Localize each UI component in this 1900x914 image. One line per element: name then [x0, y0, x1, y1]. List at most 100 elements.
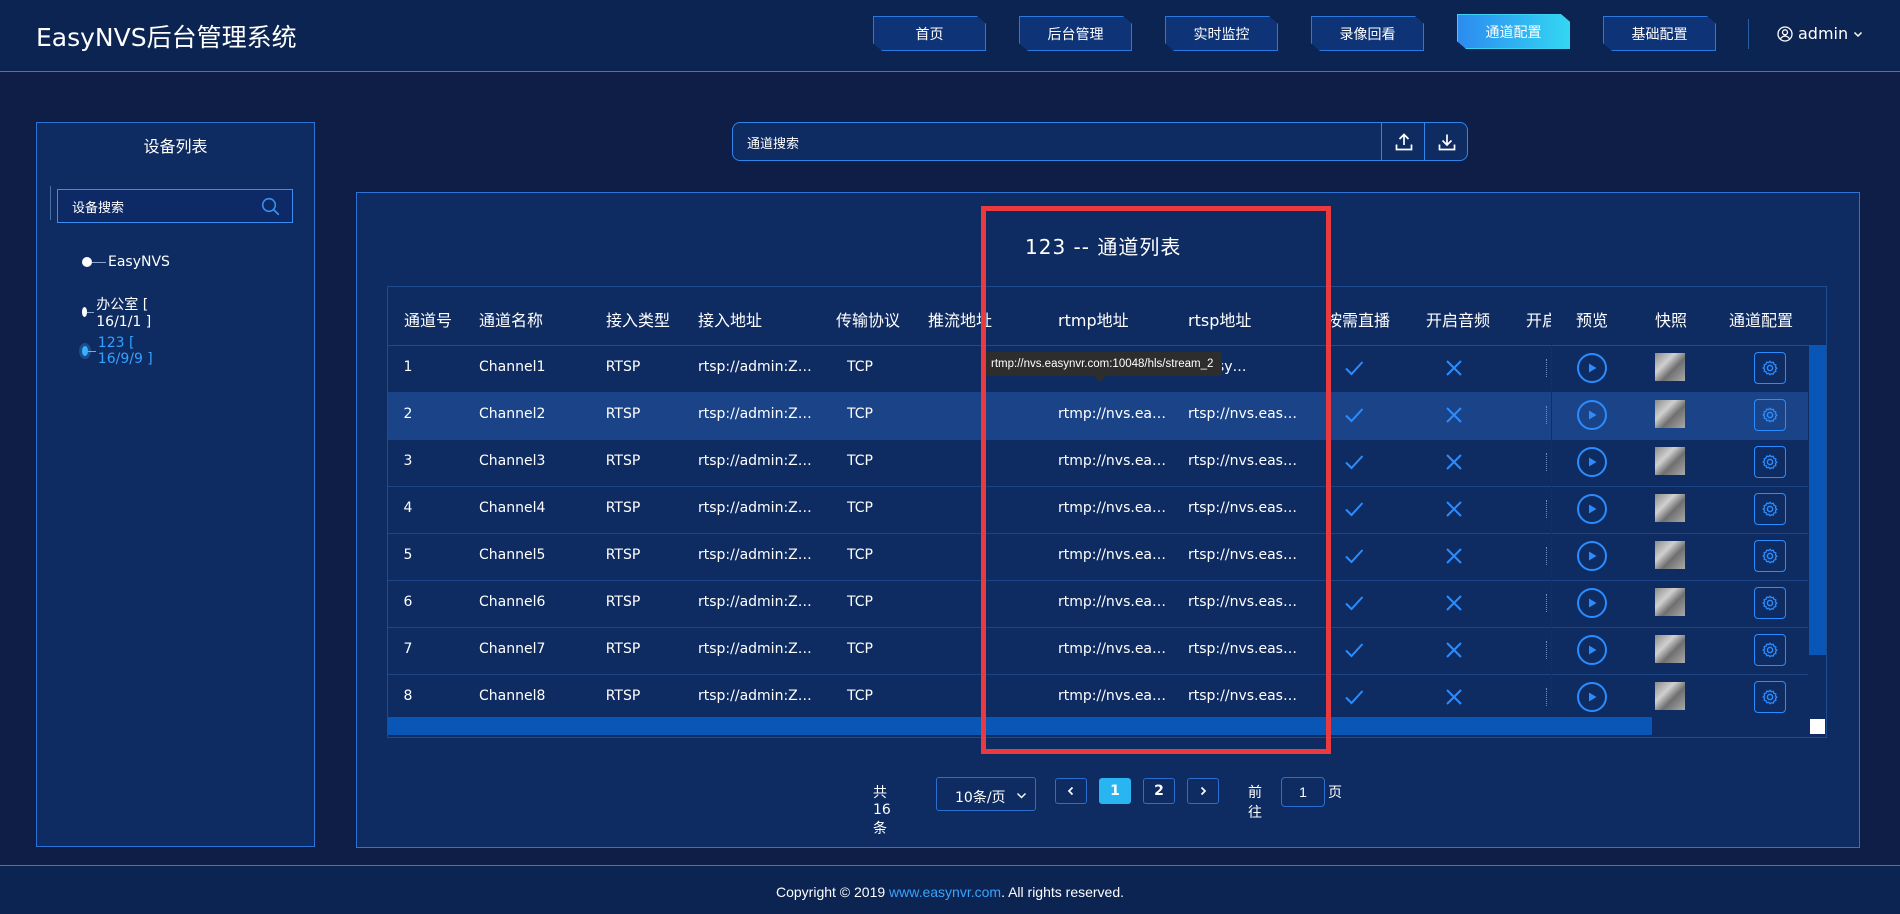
check-icon[interactable] [1343, 592, 1365, 618]
page-button-2[interactable]: 2 [1143, 778, 1175, 804]
preview-play-button[interactable] [1577, 353, 1607, 383]
check-icon[interactable] [1343, 686, 1365, 712]
channel-config-button[interactable] [1754, 352, 1786, 384]
nav-tab-channel-config[interactable]: 通道配置 [1457, 14, 1570, 49]
close-icon[interactable] [1444, 593, 1464, 617]
check-icon[interactable] [1343, 639, 1365, 665]
snapshot-thumbnail[interactable] [1655, 400, 1685, 428]
close-icon[interactable] [1444, 452, 1464, 476]
channel-config-button[interactable] [1754, 446, 1786, 478]
check-icon[interactable] [1343, 545, 1365, 571]
snapshot-thumbnail[interactable] [1655, 682, 1685, 710]
col-header-type[interactable]: 接入类型 [606, 307, 670, 331]
user-menu[interactable]: admin [1777, 24, 1863, 43]
col-header-no[interactable]: 通道号 [404, 307, 452, 331]
channel-config-button[interactable] [1754, 493, 1786, 525]
nav-tab-live[interactable]: 实时监控 [1165, 16, 1278, 51]
snapshot-thumbnail[interactable] [1655, 588, 1685, 616]
table-row[interactable]: 7 Channel7 RTSP rtsp://admin:ZH… TCP rtmp://n… [388, 627, 1808, 675]
col-header-rtsp[interactable]: rtsp地址 [1188, 307, 1251, 331]
col-header-address[interactable]: 接入地址 [698, 307, 762, 331]
col-header-push[interactable]: 推流地址 [928, 307, 992, 331]
cell-rtmp-address[interactable]: rtmp://nvs.easy… [1058, 453, 1172, 469]
channel-config-button[interactable] [1754, 399, 1786, 431]
close-icon[interactable] [1444, 405, 1464, 429]
nav-tab-backend[interactable]: 后台管理 [1019, 16, 1132, 51]
snapshot-thumbnail[interactable] [1655, 541, 1685, 569]
channel-search-input[interactable] [745, 133, 1249, 153]
col-header-preview[interactable]: 预览 [1576, 307, 1608, 331]
download-button[interactable] [1424, 123, 1468, 160]
preview-play-button[interactable] [1577, 447, 1607, 477]
close-icon[interactable] [1444, 640, 1464, 664]
goto-page-input[interactable] [1281, 777, 1325, 807]
upload-button[interactable] [1381, 123, 1425, 160]
col-header-protocol[interactable]: 传输协议 [836, 307, 900, 331]
table-row[interactable]: 8 Channel8 RTSP rtsp://admin:ZH… TCP rtmp://n… [388, 674, 1808, 722]
cell-rtsp-address[interactable]: rtsp://nvs.easy… [1188, 453, 1302, 469]
page-size-select[interactable]: 10条/页 [936, 777, 1036, 811]
col-header-enable[interactable]: 开启 [1526, 307, 1551, 331]
snapshot-thumbnail[interactable] [1655, 447, 1685, 475]
prev-page-button[interactable] [1055, 778, 1087, 804]
cell-rtmp-address[interactable]: rtmp://nvs.easy… [1058, 641, 1172, 657]
channel-config-button[interactable] [1754, 587, 1786, 619]
col-header-name[interactable]: 通道名称 [479, 307, 543, 331]
col-header-on-demand[interactable]: 按需直播 [1326, 307, 1390, 331]
col-header-rtmp[interactable]: rtmp地址 [1058, 307, 1129, 331]
cell-rtmp-address[interactable]: rtmp://nvs.easy… [1058, 547, 1172, 563]
cell-rtsp-address[interactable]: rtsp://nvs.easy… [1188, 406, 1302, 422]
snapshot-thumbnail[interactable] [1655, 353, 1685, 381]
table-row[interactable]: 2 Channel2 RTSP rtsp://admin:ZH… TCP rtmp://n… [388, 392, 1808, 440]
vertical-scrollbar[interactable] [1809, 345, 1826, 655]
tree-node-easynvs[interactable]: EasyNVS [82, 254, 170, 270]
preview-play-button[interactable] [1577, 400, 1607, 430]
close-icon[interactable] [1444, 546, 1464, 570]
col-header-snapshot[interactable]: 快照 [1655, 307, 1687, 331]
preview-play-button[interactable] [1577, 541, 1607, 571]
preview-play-button[interactable] [1577, 682, 1607, 712]
table-row[interactable]: 4 Channel4 RTSP rtsp://admin:ZH… TCP rtmp://n… [388, 486, 1808, 534]
preview-play-button[interactable] [1577, 588, 1607, 618]
device-search-input[interactable] [70, 197, 254, 217]
preview-play-button[interactable] [1577, 635, 1607, 665]
next-page-button[interactable] [1187, 778, 1219, 804]
cell-rtsp-address[interactable]: rtsp://nvs.easy… [1188, 641, 1302, 657]
col-header-audio[interactable]: 开启音频 [1426, 307, 1490, 331]
cell-rtsp-address[interactable]: rtsp://nvs.easy… [1188, 547, 1302, 563]
tree-node-office[interactable]: 办公室 [ 16/1/1 ] [82, 294, 153, 330]
check-icon[interactable] [1343, 357, 1365, 383]
nav-tab-playback[interactable]: 录像回看 [1311, 16, 1424, 51]
horizontal-scrollbar[interactable] [388, 717, 1652, 735]
preview-play-button[interactable] [1577, 494, 1607, 524]
cell-rtmp-address[interactable]: rtmp://nvs.easy… [1058, 500, 1172, 516]
check-icon[interactable] [1343, 404, 1365, 430]
snapshot-thumbnail[interactable] [1655, 494, 1685, 522]
channel-config-button[interactable] [1754, 681, 1786, 713]
footer-link[interactable]: www.easynvr.com [889, 884, 1001, 900]
col-header-config[interactable]: 通道配置 [1729, 307, 1793, 331]
table-row[interactable]: 6 Channel6 RTSP rtsp://admin:ZH… TCP rtmp://n… [388, 580, 1808, 628]
tree-node-123[interactable]: 123 [ 16/9/9 ] [82, 335, 153, 367]
table-row[interactable]: 3 Channel3 RTSP rtsp://admin:ZH… TCP rtmp://n… [388, 439, 1808, 487]
cell-rtmp-address[interactable]: rtmp://nvs.easy… [1058, 594, 1172, 610]
close-icon[interactable] [1444, 499, 1464, 523]
cell-rtsp-address[interactable]: rtsp://nvs.easy… [1188, 500, 1302, 516]
check-icon[interactable] [1343, 451, 1365, 477]
nav-tab-home[interactable]: 首页 [873, 16, 986, 51]
table-row[interactable]: 5 Channel5 RTSP rtsp://admin:ZH… TCP rtmp://n… [388, 533, 1808, 581]
check-icon[interactable] [1343, 498, 1365, 524]
cell-rtmp-address[interactable]: rtmp://nvs.easy… [1058, 406, 1172, 422]
cell-rtsp-address[interactable]: rtsp://nvs.easy… [1188, 688, 1302, 704]
cell-rtsp-address[interactable]: rtsp://nvs.easy… [1188, 594, 1302, 610]
cell-rtmp-address[interactable]: rtmp://nvs.easy… [1058, 688, 1172, 704]
search-icon[interactable] [261, 197, 280, 216]
snapshot-thumbnail[interactable] [1655, 635, 1685, 663]
page-button-1[interactable]: 1 [1099, 778, 1131, 804]
close-icon[interactable] [1444, 358, 1464, 382]
close-icon[interactable] [1444, 687, 1464, 711]
cell-channel-name: Channel7 [479, 641, 546, 657]
channel-config-button[interactable] [1754, 540, 1786, 572]
nav-tab-basic-config[interactable]: 基础配置 [1603, 16, 1716, 51]
channel-config-button[interactable] [1754, 634, 1786, 666]
